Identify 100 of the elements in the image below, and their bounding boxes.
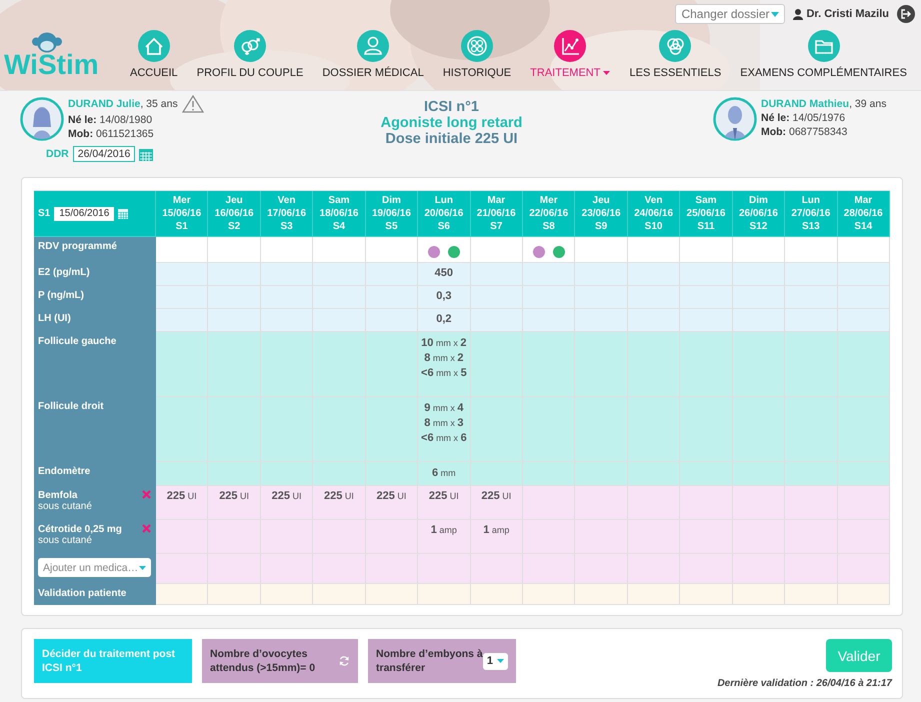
table-cell[interactable] (470, 286, 523, 309)
table-cell[interactable] (785, 332, 838, 397)
nav-item[interactable]: EXAMENS COMPLÉMENTAIRES (740, 30, 907, 79)
table-cell[interactable] (313, 309, 366, 332)
table-cell[interactable] (313, 520, 366, 554)
table-cell[interactable] (156, 554, 208, 584)
table-cell[interactable] (628, 462, 680, 486)
table-cell[interactable] (522, 520, 576, 554)
nav-item[interactable]: PROFIL DU COUPLE (196, 30, 304, 79)
date-field[interactable]: 15/06/2016 (54, 206, 114, 220)
table-cell[interactable] (260, 263, 314, 286)
table-cell[interactable] (575, 486, 628, 520)
table-cell[interactable] (313, 263, 366, 286)
table-cell[interactable] (838, 584, 890, 605)
remove-icon[interactable] (142, 490, 151, 499)
table-cell[interactable] (628, 486, 680, 520)
table-cell[interactable] (575, 263, 628, 286)
table-cell[interactable] (156, 584, 208, 605)
table-cell[interactable] (366, 332, 418, 397)
table-cell[interactable] (470, 332, 523, 397)
table-cell[interactable] (208, 309, 261, 332)
table-cell[interactable] (208, 286, 261, 309)
table-cell[interactable] (260, 520, 314, 554)
table-cell[interactable]: 1 amp (418, 520, 471, 554)
table-cell[interactable] (522, 286, 576, 309)
table-cell[interactable] (575, 520, 628, 554)
date-field[interactable]: 26/04/2016 (72, 146, 136, 162)
nav-item[interactable]: ACCUEIL (130, 30, 178, 79)
table-cell[interactable] (680, 332, 733, 397)
table-cell[interactable]: 225 UI (470, 486, 523, 520)
table-cell[interactable] (522, 332, 576, 397)
table-cell[interactable] (208, 263, 261, 286)
table-cell[interactable] (260, 584, 314, 605)
nav-item[interactable]: TRAITEMENT (530, 30, 610, 79)
table-cell[interactable] (470, 263, 523, 286)
nav-item[interactable]: DOSSIER MÉDICAL (322, 30, 424, 79)
table-cell[interactable] (260, 332, 314, 397)
table-cell[interactable]: 6 mm (418, 462, 471, 486)
table-cell[interactable] (732, 554, 786, 584)
table-cell[interactable] (522, 486, 576, 520)
table-cell[interactable] (732, 462, 786, 486)
table-cell[interactable] (785, 263, 838, 286)
table-cell[interactable] (575, 332, 628, 397)
table-cell[interactable] (575, 584, 628, 605)
table-cell[interactable] (575, 286, 628, 309)
table-cell[interactable] (732, 520, 786, 554)
table-cell[interactable] (732, 286, 786, 309)
table-cell[interactable] (732, 263, 786, 286)
table-cell[interactable]: 225 UI (366, 486, 418, 520)
table-cell[interactable] (260, 286, 314, 309)
table-cell[interactable] (628, 286, 680, 309)
table-cell[interactable] (785, 554, 838, 584)
table-cell[interactable] (680, 520, 733, 554)
table-cell[interactable] (732, 332, 786, 397)
table-cell[interactable] (470, 462, 523, 486)
table-cell[interactable]: 450 (418, 263, 471, 286)
table-cell[interactable] (313, 286, 366, 309)
table-cell[interactable] (522, 462, 576, 486)
table-cell[interactable] (680, 486, 733, 520)
table-cell[interactable] (366, 584, 418, 605)
table-cell[interactable] (156, 263, 208, 286)
table-cell[interactable] (680, 309, 733, 332)
table-cell[interactable]: 225 UI (418, 486, 471, 520)
table-cell[interactable] (522, 263, 576, 286)
table-cell[interactable] (575, 462, 628, 486)
table-cell[interactable] (313, 462, 366, 486)
table-cell[interactable] (628, 554, 680, 584)
table-cell[interactable] (575, 554, 628, 584)
nav-item[interactable]: HISTORIQUE (442, 30, 512, 79)
table-cell[interactable] (366, 309, 418, 332)
table-cell[interactable] (732, 309, 786, 332)
table-cell[interactable] (470, 397, 523, 462)
appointment-dot[interactable] (448, 246, 460, 258)
table-cell[interactable]: 9 mm x 4 8 mm x 3 <6 mm x 6 (418, 397, 471, 462)
table-cell[interactable] (838, 554, 890, 584)
table-cell[interactable] (838, 462, 890, 486)
table-cell[interactable] (522, 554, 576, 584)
folder-select[interactable]: Changer dossier (675, 4, 786, 24)
table-cell[interactable] (156, 286, 208, 309)
table-cell[interactable] (156, 462, 208, 486)
table-cell[interactable] (470, 554, 523, 584)
table-cell[interactable] (785, 286, 838, 309)
table-cell[interactable] (156, 332, 208, 397)
table-cell[interactable] (156, 397, 208, 462)
table-cell[interactable] (575, 397, 628, 462)
table-cell[interactable] (838, 263, 890, 286)
table-cell[interactable] (418, 554, 471, 584)
table-cell[interactable] (575, 309, 628, 332)
table-cell[interactable] (680, 462, 733, 486)
table-cell[interactable] (785, 520, 838, 554)
table-cell[interactable] (838, 332, 890, 397)
table-cell[interactable] (522, 397, 576, 462)
table-cell[interactable] (628, 263, 680, 286)
table-cell[interactable] (366, 397, 418, 462)
table-cell[interactable] (785, 462, 838, 486)
table-cell[interactable]: 225 UI (313, 486, 366, 520)
remove-icon[interactable] (142, 524, 151, 533)
table-cell[interactable]: 10 mm x 2 8 mm x 2 <6 mm x 5 (418, 332, 471, 397)
table-cell[interactable] (208, 462, 261, 486)
table-cell[interactable] (785, 397, 838, 462)
